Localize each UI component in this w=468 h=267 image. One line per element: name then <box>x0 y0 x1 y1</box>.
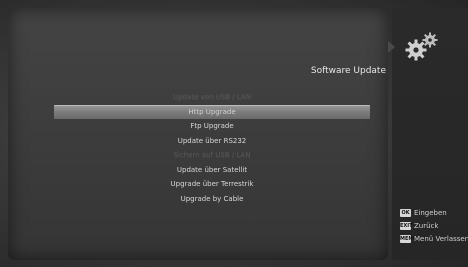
legend-row-ok: OK Eingeben <box>400 206 468 219</box>
menu-item-upgrade-terrestrial[interactable]: Upgrade über Terrestrik <box>54 177 370 192</box>
update-menu-list: Update von USB / LAN Http Upgrade Ftp Up… <box>54 90 370 206</box>
menu-item-http-upgrade[interactable]: Http Upgrade <box>54 104 370 119</box>
menu-item-backup-usb-lan: Sichern auf USB / LAN <box>173 151 251 159</box>
gears-icon <box>405 32 438 61</box>
menu-item-update-satellite[interactable]: Update über Satellit <box>54 163 370 178</box>
menu-item-update-rs232[interactable]: Update über RS232 <box>54 134 370 149</box>
legend-row-exit: EXIT Zurück <box>400 219 468 232</box>
menu-key-icon: MENU <box>400 234 417 243</box>
legend-label-enter: Eingeben <box>414 208 447 217</box>
exit-key-icon: EXIT <box>400 221 413 230</box>
panel-pointer-arrow <box>388 41 395 53</box>
legend-label-exit-menu: Menü Verlassen <box>414 234 468 243</box>
page-title: Software Update <box>310 66 386 76</box>
menu-item-upgrade-cable[interactable]: Upgrade by Cable <box>54 192 370 207</box>
key-legend: OK Eingeben EXIT Zurück MENU Menü Verlas… <box>400 206 468 245</box>
legend-label-back: Zurück <box>414 221 439 230</box>
menu-item-update-usb-lan: Update von USB / LAN <box>173 93 251 101</box>
tv-screen: Software Update Update von USB / LAN Htt… <box>0 0 468 267</box>
menu-item-ftp-upgrade[interactable]: Ftp Upgrade <box>54 119 370 134</box>
ok-key-icon: OK <box>400 208 411 217</box>
legend-row-menu: MENU Menü Verlassen <box>400 232 468 245</box>
